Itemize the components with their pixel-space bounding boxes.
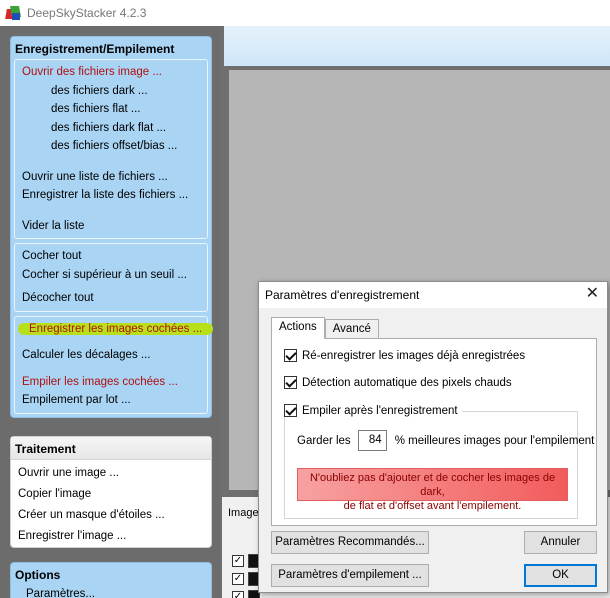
cancel-button[interactable]: Annuler — [524, 531, 597, 554]
image-list-header: Image — [228, 507, 259, 519]
keep-suffix-label: % meilleures images pour l'empilement — [394, 434, 595, 447]
recommended-settings-button[interactable]: Paramètres Recommandés... — [271, 531, 429, 554]
reregister-option[interactable]: Ré-enregistrer les images déjà enregistr… — [284, 349, 525, 362]
open-flat-files-link[interactable]: des fichiers flat ... — [15, 100, 207, 119]
row-checkbox[interactable]: ✓ — [232, 573, 244, 585]
compute-offsets-link[interactable]: Calculer les décalages ... — [15, 346, 207, 365]
app-logo-icon — [5, 5, 21, 21]
save-file-list-link[interactable]: Enregistrer la liste des fichiers ... — [15, 186, 207, 205]
warning-message: N'oubliez pas d'ajouter et de cocher les… — [297, 468, 568, 512]
list-item: ✓ — [232, 589, 260, 598]
open-image-files-link[interactable]: Ouvrir des fichiers image ... — [15, 63, 207, 82]
warning-line-1: N'oubliez pas d'ajouter et de cocher les… — [309, 472, 556, 498]
hot-pixels-checkbox[interactable] — [284, 376, 297, 389]
register-checked-images-link[interactable]: Enregistrer les images cochées ... — [15, 320, 214, 339]
open-image-link[interactable]: Ouvrir une image ... — [11, 463, 211, 484]
stack-after-label: Empiler après l'enregistrement — [302, 404, 458, 417]
processing-panel: Traitement Ouvrir une image ... Copier l… — [10, 436, 212, 548]
uncheck-all-link[interactable]: Décocher tout — [15, 289, 207, 308]
highlight-marker: Enregistrer les images cochées ... — [18, 322, 214, 335]
list-item: ✓ — [232, 553, 260, 569]
stacking-settings-button[interactable]: Paramètres d'empilement ... — [271, 564, 429, 587]
settings-link[interactable]: Paramètres... — [11, 585, 211, 598]
processing-panel-title: Traitement — [11, 437, 211, 460]
copy-image-link[interactable]: Copier l'image — [11, 484, 211, 505]
check-all-link[interactable]: Cocher tout — [15, 247, 207, 266]
registration-panel: Enregistrement/Empilement Ouvrir des fic… — [10, 36, 214, 418]
hot-pixels-label: Détection automatique des pixels chauds — [302, 376, 512, 389]
create-star-mask-link[interactable]: Créer un masque d'étoiles ... — [11, 505, 211, 526]
dialog-title-bar: Paramètres d'enregistrement ✕ — [259, 282, 607, 308]
open-offset-files-link[interactable]: des fichiers offset/bias ... — [15, 137, 207, 156]
ok-button[interactable]: OK — [524, 564, 597, 587]
keep-best-row: Garder les 84 % meilleures images pour l… — [297, 430, 594, 451]
reregister-label: Ré-enregistrer les images déjà enregistr… — [302, 349, 526, 362]
stack-after-checkbox[interactable] — [284, 404, 297, 417]
reregister-checkbox[interactable] — [284, 349, 297, 362]
save-image-link[interactable]: Enregistrer l'image ... — [11, 526, 211, 547]
open-file-list-link[interactable]: Ouvrir une liste de fichiers ... — [15, 168, 207, 187]
list-item: ✓ — [232, 571, 260, 587]
warning-line-2: de flat et d'offset avant l'empilement. — [343, 500, 522, 512]
toolbar-strip — [224, 26, 610, 66]
clear-list-link[interactable]: Vider la liste — [15, 217, 207, 236]
tab-actions[interactable]: Actions — [271, 317, 325, 339]
row-checkbox[interactable]: ✓ — [232, 555, 244, 567]
title-bar: DeepSkyStacker 4.2.3 — [0, 0, 610, 26]
left-sidebar: Enregistrement/Empilement Ouvrir des fic… — [0, 26, 220, 598]
open-dark-flat-files-link[interactable]: des fichiers dark flat ... — [15, 119, 207, 138]
stack-group: Enregistrer les images cochées ... Calcu… — [14, 315, 214, 414]
tab-advanced[interactable]: Avancé — [324, 319, 379, 339]
registration-settings-dialog: Paramètres d'enregistrement ✕ Actions Av… — [258, 281, 608, 593]
dialog-title: Paramètres d'enregistrement — [265, 288, 420, 302]
batch-stacking-link[interactable]: Empilement par lot ... — [15, 391, 207, 410]
registration-panel-title: Enregistrement/Empilement — [15, 42, 175, 56]
check-threshold-link[interactable]: Cocher si supérieur à un seuil ... — [15, 266, 207, 285]
stack-after-option[interactable]: Empiler après l'enregistrement — [284, 404, 462, 417]
close-icon[interactable]: ✕ — [586, 285, 599, 303]
check-group: Cocher tout Cocher si supérieur à un seu… — [14, 243, 208, 312]
row-checkbox[interactable]: ✓ — [232, 591, 244, 598]
window-title: DeepSkyStacker 4.2.3 — [27, 6, 147, 20]
keep-percent-input[interactable]: 84 — [357, 430, 387, 451]
options-panel-title: Options — [15, 568, 61, 582]
dialog-tabs: Actions Avancé — [271, 317, 379, 339]
open-dark-files-link[interactable]: des fichiers dark ... — [15, 82, 207, 101]
open-files-group: Ouvrir des fichiers image ... des fichie… — [14, 59, 208, 239]
hot-pixels-option[interactable]: Détection automatique des pixels chauds — [284, 376, 512, 389]
options-panel: Options Paramètres... — [10, 562, 212, 598]
stack-checked-images-link[interactable]: Empiler les images cochées ... — [15, 373, 207, 392]
keep-prefix-label: Garder les — [297, 434, 351, 447]
